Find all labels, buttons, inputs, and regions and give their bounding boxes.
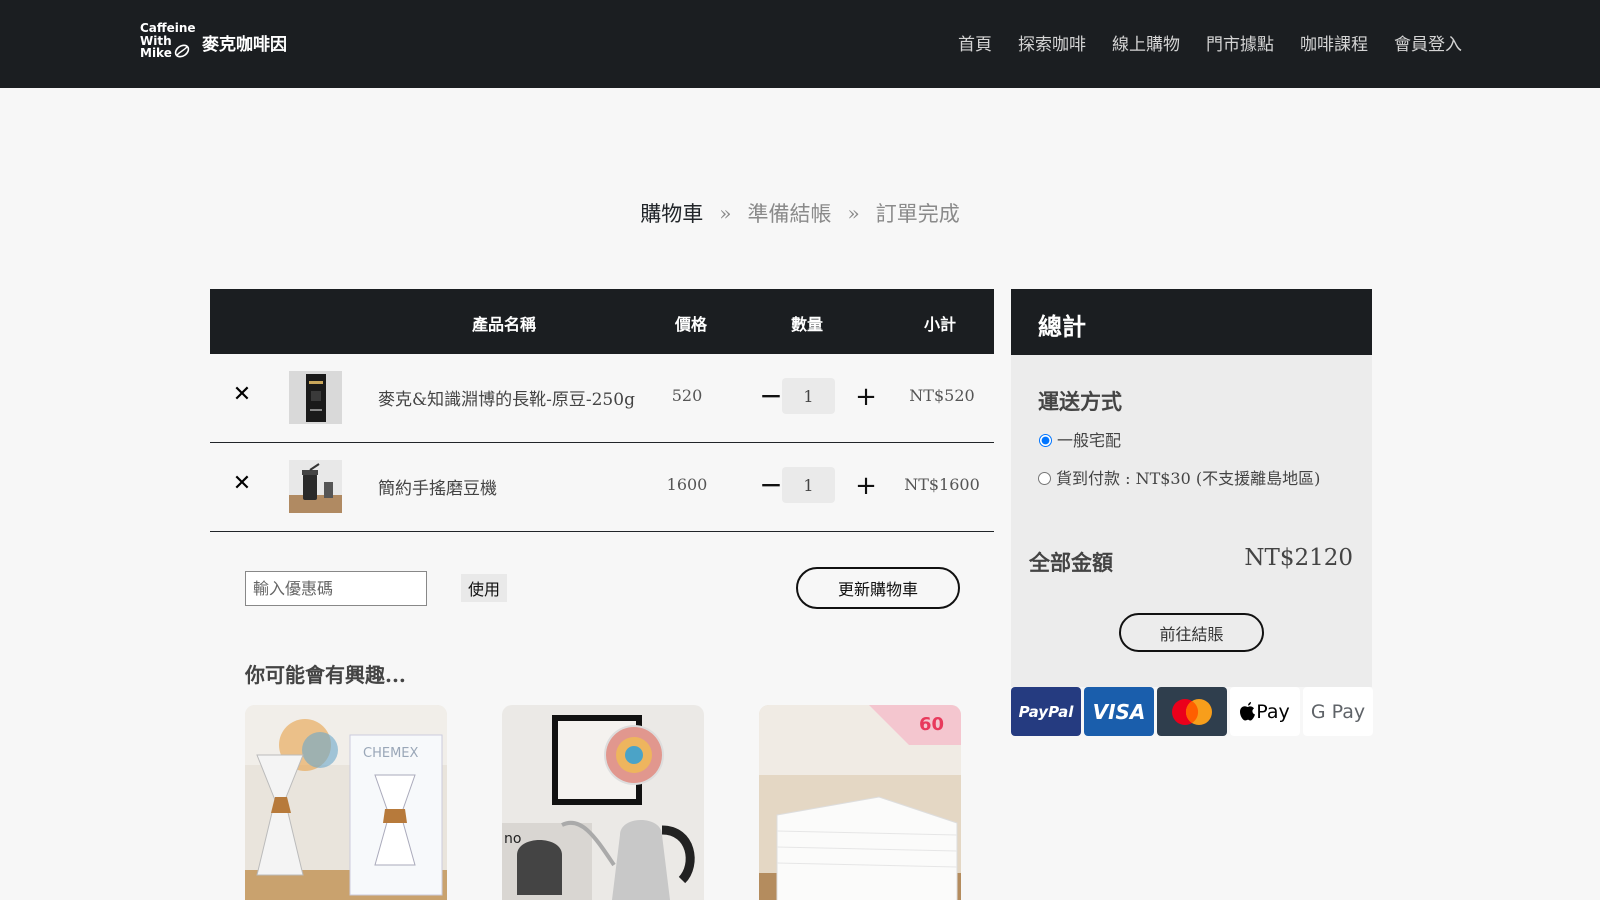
total-label: 全部金額 (1029, 550, 1113, 575)
brand[interactable]: Caffeine With Mike 麥克咖啡因 (140, 22, 287, 62)
apply-coupon-button[interactable]: 使用 (461, 574, 507, 602)
product-thumbnail-coffee-bag[interactable] (289, 371, 342, 424)
product-price: 520 (671, 386, 703, 405)
product-name[interactable]: 簡約手搖磨豆機 (378, 474, 497, 499)
header-subtotal: 小計 (924, 315, 957, 334)
shipping-option-label: 貨到付款 : NT$30 (不支援離島地區) (1056, 469, 1321, 488)
home-delivery-radio[interactable] (1039, 434, 1052, 447)
order-summary: 總計 運送方式 一般宅配 貨到付款 : NT$30 (不支援離島地區) 全部金額… (1011, 289, 1372, 687)
nav-stores[interactable]: 門市據點 (1206, 30, 1274, 55)
apple-logo-icon (1240, 702, 1256, 721)
header-qty: 數量 (791, 315, 824, 334)
quantity-input[interactable] (782, 378, 835, 414)
navbar: Caffeine With Mike 麥克咖啡因 首頁 探索咖啡 線上購物 門市… (0, 0, 1600, 88)
product-subtotal: NT$520 (909, 386, 975, 405)
shipping-option-home-delivery[interactable]: 一般宅配 (1039, 431, 1121, 451)
quantity-input[interactable] (782, 467, 835, 503)
nav-explore-coffee[interactable]: 探索咖啡 (1018, 30, 1086, 55)
shipping-option-cod[interactable]: 貨到付款 : NT$30 (不支援離島地區) (1029, 469, 1329, 489)
update-cart-button[interactable]: 更新購物車 (796, 567, 960, 609)
payment-methods: PayPal VISA Pay G Pay (1011, 687, 1373, 736)
recommendations-title: 你可能會有興趣... (245, 663, 406, 687)
step-separator: » (847, 201, 860, 225)
step-checkout: 準備結帳 (747, 202, 832, 226)
google-pay-icon: G Pay (1303, 687, 1373, 736)
nav-home[interactable]: 首頁 (958, 30, 992, 55)
table-row: ✕ 簡約手搖磨豆機 1600 − + NT$1600 (210, 443, 994, 532)
logo[interactable]: Caffeine With Mike (140, 21, 196, 62)
visa-icon: VISA (1084, 687, 1154, 736)
brand-name[interactable]: 麥克咖啡因 (202, 30, 287, 55)
product-thumbnail-grinder[interactable] (289, 460, 342, 513)
increase-qty-button[interactable]: + (846, 467, 886, 507)
cart-table: 產品名稱 價格 數量 小計 ✕ 麥克&知識淵博的長靴-原豆-250g 520 −… (210, 289, 994, 532)
box-label: 60 (919, 714, 944, 735)
remove-item-icon[interactable]: ✕ (230, 382, 254, 412)
recommended-product-filter-papers[interactable]: 60 (759, 705, 961, 900)
mastercard-icon (1157, 687, 1227, 736)
shipping-title: 運送方式 (1038, 389, 1122, 414)
apple-pay-icon: Pay (1230, 687, 1300, 736)
paypal-label: PayPal (1018, 702, 1074, 721)
increase-qty-button[interactable]: + (846, 378, 886, 418)
product-price: 1600 (666, 475, 708, 494)
step-cart: 購物車 (640, 202, 704, 226)
mastercard-circles (1172, 698, 1212, 725)
summary-title: 總計 (1011, 289, 1372, 355)
cart-table-header: 產品名稱 價格 數量 小計 (210, 289, 994, 354)
nav-courses[interactable]: 咖啡課程 (1300, 30, 1368, 55)
apple-pay-label: Pay (1256, 700, 1290, 723)
nav-login[interactable]: 會員登入 (1394, 30, 1462, 55)
visa-label: VISA (1092, 699, 1146, 724)
step-separator: » (719, 201, 732, 225)
table-row: ✕ 麥克&知識淵博的長靴-原豆-250g 520 − + NT$520 (210, 354, 994, 443)
checkout-button[interactable]: 前往結賬 (1119, 613, 1264, 652)
shipping-option-label: 一般宅配 (1057, 431, 1122, 450)
header-product-name: 產品名稱 (472, 315, 537, 334)
remove-item-icon[interactable]: ✕ (230, 471, 254, 501)
coffee-bean-icon (174, 44, 190, 58)
step-complete: 訂單完成 (875, 202, 960, 226)
product-subtotal: NT$1600 (904, 475, 980, 494)
cod-radio[interactable] (1038, 472, 1051, 485)
header-price: 價格 (675, 315, 708, 334)
google-pay-label: G Pay (1310, 700, 1366, 723)
total-value: NT$2120 (1244, 545, 1353, 571)
main-nav: 首頁 探索咖啡 線上購物 門市據點 咖啡課程 會員登入 (958, 30, 1462, 55)
recommended-product-kettle[interactable]: no (502, 705, 704, 900)
box-label: no (504, 831, 521, 847)
product-name[interactable]: 麥克&知識淵博的長靴-原豆-250g (378, 385, 635, 410)
nav-online-shop[interactable]: 線上購物 (1112, 30, 1180, 55)
paypal-icon: PayPal (1011, 687, 1081, 736)
coupon-input[interactable] (245, 571, 427, 606)
checkout-steps: 購物車 » 準備結帳 » 訂單完成 (0, 198, 1600, 228)
recommended-product-chemex[interactable]: CHEMEX (245, 705, 447, 900)
box-label: CHEMEX (363, 746, 418, 761)
logo-line-1: Caffeine (140, 21, 196, 35)
